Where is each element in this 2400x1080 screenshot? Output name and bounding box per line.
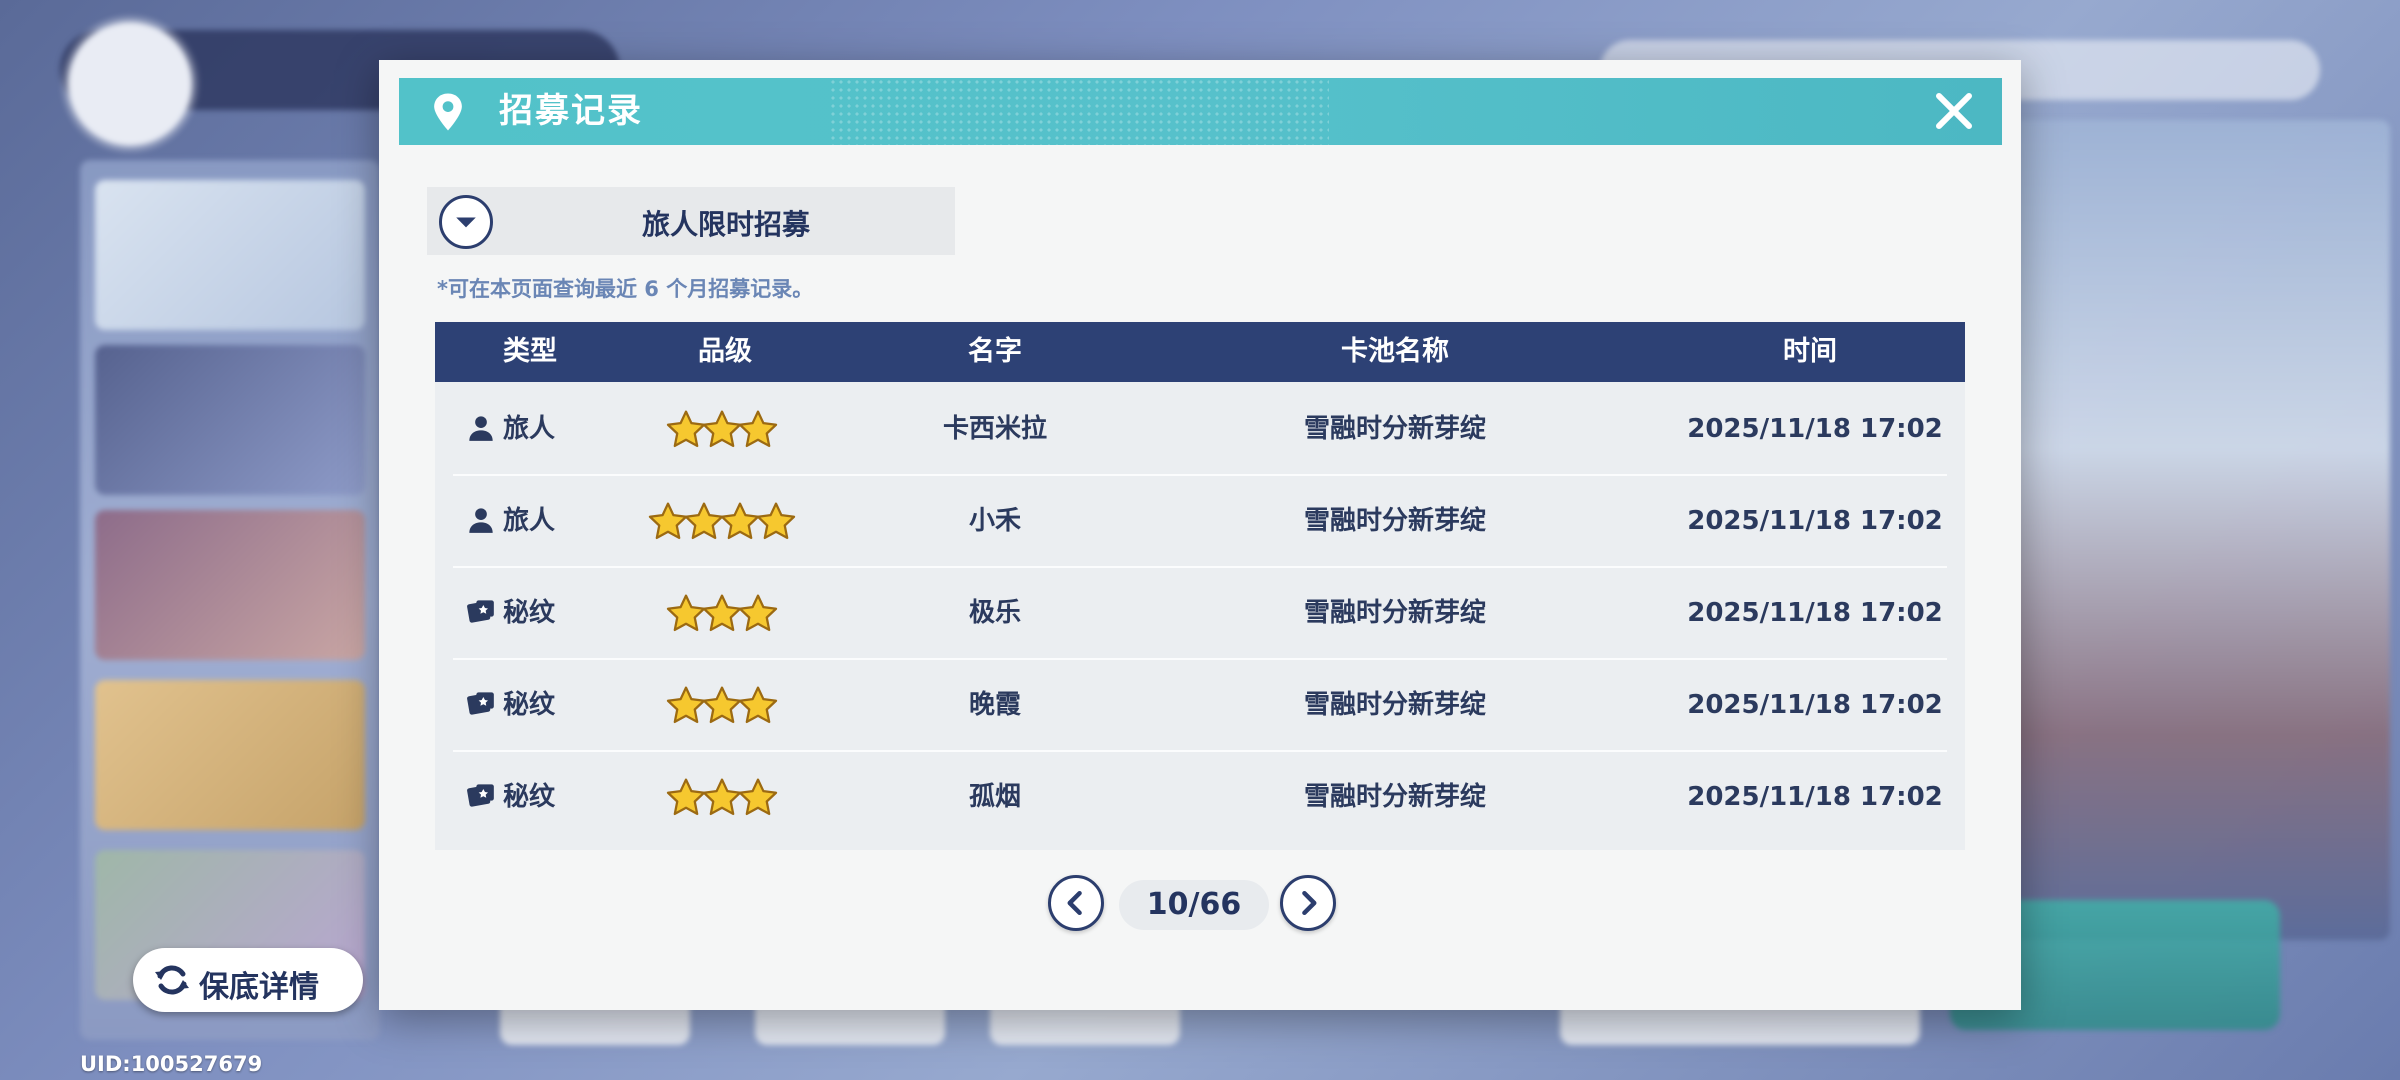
- row-pool: 雪融时分新芽绽: [1303, 414, 1486, 444]
- user-id: UID:100527679: [80, 1052, 263, 1076]
- table-row: 旅人 小禾 雪融时分新芽绽 2025/11/18 17:02: [453, 476, 1947, 568]
- recruit-record-dialog: 招募记录 旅人限时招募 *可在本页面查询最近 6 个月招募记录。 类型 品级 名…: [379, 60, 2021, 1010]
- row-type: 秘纹: [467, 752, 577, 842]
- guarantee-details-button[interactable]: 保底详情: [133, 948, 363, 1012]
- chevron-down-icon[interactable]: [439, 195, 493, 249]
- row-name: 晚霞: [968, 690, 1021, 720]
- row-rarity: [625, 476, 825, 566]
- row-type: 秘纹: [467, 568, 577, 658]
- row-type-label: 旅人: [503, 506, 556, 536]
- background-banner-card: [95, 680, 365, 830]
- row-type: 旅人: [467, 384, 577, 474]
- row-name: 小禾: [968, 506, 1021, 536]
- guarantee-details-label: 保底详情: [199, 970, 319, 1005]
- column-header-pool: 卡池名称: [1341, 336, 1449, 367]
- rarity-stars: [666, 385, 779, 475]
- row-rarity: [625, 752, 825, 842]
- header-pattern: [829, 78, 1329, 145]
- card-icon: [467, 599, 494, 623]
- cycle-icon: [155, 965, 189, 995]
- row-type-label: 秘纹: [503, 598, 556, 628]
- row-time: 2025/11/18 17:02: [1687, 598, 1943, 628]
- row-time: 2025/11/18 17:02: [1687, 690, 1943, 720]
- row-name: 孤烟: [968, 782, 1021, 812]
- table-row: 秘纹 孤烟 雪融时分新芽绽 2025/11/18 17:02: [453, 752, 1947, 842]
- star-icon: [738, 686, 778, 724]
- table-row: 旅人 卡西米拉 雪融时分新芽绽 2025/11/18 17:02: [453, 384, 1947, 476]
- page-indicator: 10/66: [1119, 880, 1269, 930]
- pool-dropdown[interactable]: 旅人限时招募: [427, 187, 955, 255]
- row-time: 2025/11/18 17:02: [1687, 506, 1943, 536]
- row-rarity: [625, 568, 825, 658]
- column-header-rarity: 品级: [698, 336, 752, 367]
- row-rarity: [625, 384, 825, 474]
- row-pool: 雪融时分新芽绽: [1303, 506, 1486, 536]
- background-back-button: [68, 22, 192, 146]
- table-header: 类型 品级 名字 卡池名称 时间: [435, 322, 1965, 382]
- column-header-type: 类型: [503, 336, 557, 367]
- row-type-label: 秘纹: [503, 690, 556, 720]
- table-row: 秘纹 极乐 雪融时分新芽绽 2025/11/18 17:02: [453, 568, 1947, 660]
- row-type: 旅人: [467, 476, 577, 566]
- background-banner-card: [95, 510, 365, 660]
- row-time: 2025/11/18 17:02: [1687, 782, 1943, 812]
- background-banner-card: [95, 180, 365, 330]
- star-icon: [738, 778, 778, 816]
- card-icon: [467, 783, 494, 807]
- star-icon: [756, 502, 796, 540]
- table-row: 秘纹 晚霞 雪融时分新芽绽 2025/11/18 17:02: [453, 660, 1947, 752]
- rarity-stars: [666, 569, 779, 659]
- person-icon: [469, 415, 493, 441]
- row-time: 2025/11/18 17:02: [1687, 414, 1943, 444]
- row-pool: 雪融时分新芽绽: [1303, 690, 1486, 720]
- row-type-label: 旅人: [503, 414, 556, 444]
- dialog-header: 招募记录: [399, 78, 2002, 145]
- star-icon: [738, 410, 778, 448]
- row-name: 卡西米拉: [942, 414, 1047, 444]
- chevron-right-icon[interactable]: [1280, 875, 1336, 931]
- row-type: 秘纹: [467, 660, 577, 750]
- column-header-name: 名字: [968, 336, 1022, 367]
- row-rarity: [625, 660, 825, 750]
- rarity-stars: [666, 753, 779, 843]
- row-pool: 雪融时分新芽绽: [1303, 782, 1486, 812]
- background-banner-card: [95, 345, 365, 495]
- close-icon[interactable]: [1929, 86, 1979, 136]
- pool-dropdown-value: 旅人限时招募: [641, 208, 810, 241]
- person-icon: [469, 507, 493, 533]
- location-pin-icon: [434, 93, 462, 131]
- background-character-art: [2010, 120, 2390, 940]
- history-hint: *可在本页面查询最近 6 个月招募记录。: [437, 277, 814, 301]
- dialog-title: 招募记录: [499, 91, 643, 131]
- record-table: 类型 品级 名字 卡池名称 时间 旅人 卡西米拉 雪融时分新芽绽 2025/11/18…: [435, 322, 1965, 850]
- row-name: 极乐: [968, 598, 1021, 628]
- row-pool: 雪融时分新芽绽: [1303, 598, 1486, 628]
- column-header-time: 时间: [1783, 336, 1837, 367]
- chevron-left-icon[interactable]: [1048, 875, 1104, 931]
- card-icon: [467, 691, 494, 715]
- star-icon: [738, 594, 778, 632]
- rarity-stars: [666, 661, 779, 751]
- row-type-label: 秘纹: [503, 782, 556, 812]
- rarity-stars: [648, 477, 797, 567]
